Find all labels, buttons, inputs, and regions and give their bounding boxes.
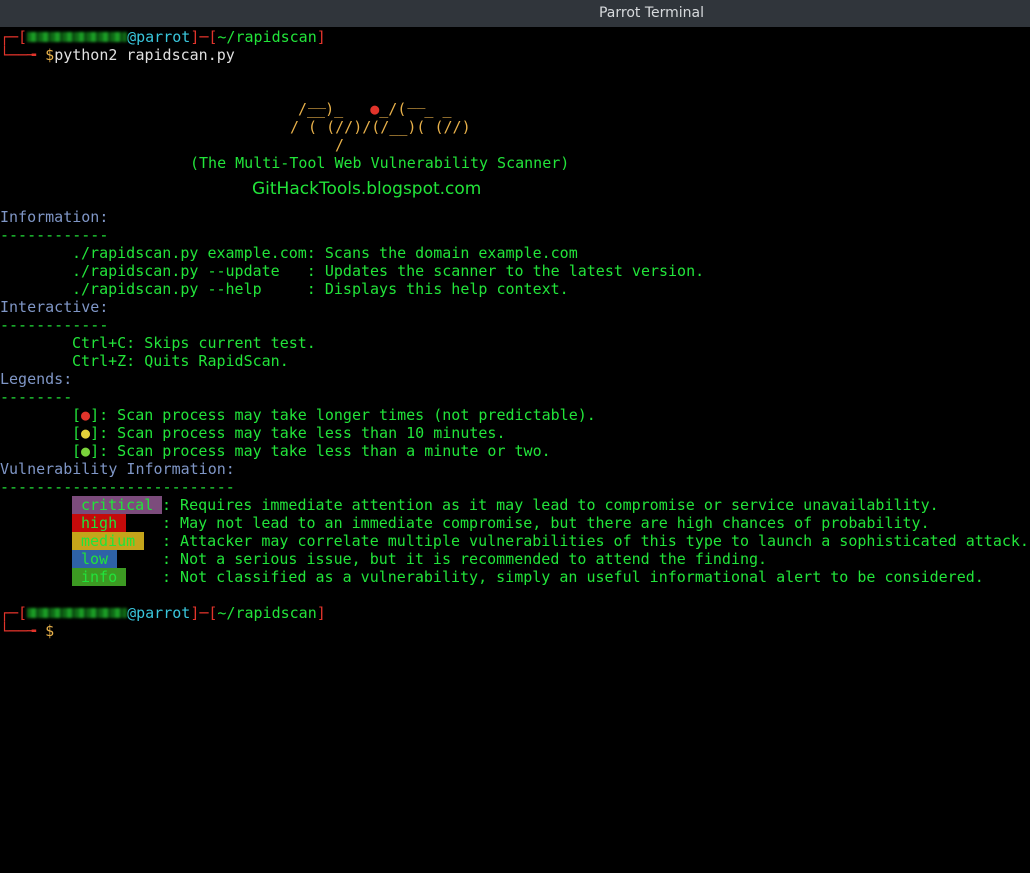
prompt-separator: ]─[: [190, 604, 218, 622]
banner-subtitle: (The Multi-Tool Web Vulnerability Scanne…: [190, 154, 570, 172]
prompt-line: ┌─[ @parrot]─[~/rapidscan]: [0, 604, 326, 622]
window-titlebar[interactable]: Parrot Terminal: [0, 0, 1030, 27]
vuln-description: : May not lead to an immediate compromis…: [162, 514, 930, 532]
redacted-username: [27, 607, 128, 618]
prompt-symbol: $: [45, 46, 55, 64]
vuln-heading: Vulnerability Information:: [0, 460, 235, 478]
information-line: ./rapidscan.py example.com: Scans the do…: [72, 244, 578, 262]
command-line[interactable]: └──╼ $: [0, 622, 54, 640]
ascii-line-3: / ( (//)/(/__)( (//): [290, 118, 471, 136]
vuln-description: : Attacker may correlate multiple vulner…: [162, 532, 1029, 550]
legend-item: [●]: Scan process may take less than a m…: [72, 442, 551, 460]
prompt-arrow: └──╼: [0, 46, 46, 64]
red-dot-icon: ●: [370, 100, 380, 118]
severity-badge-low: low: [72, 550, 118, 568]
vuln-item-critical: critical: Requires immediate attention a…: [72, 496, 939, 514]
vuln-item-info: info : Not classified as a vulnerability,…: [72, 568, 984, 586]
information-heading: Information:: [0, 208, 109, 226]
prompt-host: @parrot: [127, 604, 191, 622]
information-line: ./rapidscan.py --help : Displays this he…: [72, 280, 569, 298]
information-rule: ------------: [0, 226, 109, 244]
vuln-description: : Not a serious issue, but it is recomme…: [162, 550, 768, 568]
legends-heading: Legends:: [0, 370, 73, 388]
interactive-heading: Interactive:: [0, 298, 109, 316]
prompt-bracket-close: ]: [316, 604, 326, 622]
prompt-path: ~/rapidscan: [217, 604, 317, 622]
window-title: Parrot Terminal: [598, 5, 705, 21]
severity-badge-medium: medium: [72, 532, 145, 550]
interactive-line: Ctrl+C: Skips current test.: [72, 334, 316, 352]
green-dot-icon: ●: [81, 442, 91, 460]
severity-badge-high: high: [72, 514, 127, 532]
command-text: python2 rapidscan.py: [54, 46, 235, 64]
prompt-separator: ]─[: [190, 28, 218, 46]
red-dot-icon: ●: [81, 406, 91, 424]
yellow-dot-icon: ●: [81, 424, 91, 442]
vuln-description: : Requires immediate attention as it may…: [162, 496, 939, 514]
legend-item: [●]: Scan process may take longer times …: [72, 406, 596, 424]
command-line: └──╼ $python2 rapidscan.py: [0, 46, 235, 64]
prompt-bracket-close: ]: [316, 28, 326, 46]
vuln-rule: --------------------------: [0, 478, 235, 496]
severity-badge-critical: critical: [72, 496, 163, 514]
severity-badge-info: info: [72, 568, 127, 586]
interactive-line: Ctrl+Z: Quits RapidScan.: [72, 352, 289, 370]
information-line: ./rapidscan.py --update : Updates the sc…: [72, 262, 705, 280]
vuln-description: : Not classified as a vulnerability, sim…: [162, 568, 984, 586]
legends-rule: --------: [0, 388, 73, 406]
redacted-username: [27, 31, 128, 42]
vuln-item-high: high : May not lead to an immediate compr…: [72, 514, 930, 532]
ascii-line-4: /: [335, 136, 345, 154]
interactive-rule: ------------: [0, 316, 109, 334]
legend-item: [●]: Scan process may take less than 10 …: [72, 424, 506, 442]
vuln-item-low: low : Not a serious issue, but it is reco…: [72, 550, 767, 568]
prompt-line: ┌─[ @parrot]─[~/rapidscan]: [0, 28, 326, 46]
prompt-symbol: $: [45, 622, 55, 640]
prompt-bracket: ┌─[: [0, 28, 28, 46]
prompt-path: ~/rapidscan: [217, 28, 317, 46]
terminal-output[interactable]: ┌─[@parrot]─[~/rapidscan] └──╼ $python2 …: [0, 27, 1030, 715]
prompt-bracket: ┌─[: [0, 604, 28, 622]
prompt-arrow: └──╼: [0, 622, 46, 640]
ascii-line-2: /__)_ ●_/( _ _: [298, 100, 452, 118]
prompt-host: @parrot: [127, 28, 191, 46]
vuln-item-medium: medium : Attacker may correlate multiple …: [72, 532, 1029, 550]
blog-watermark: GitHackTools.blogspot.com: [252, 179, 482, 199]
